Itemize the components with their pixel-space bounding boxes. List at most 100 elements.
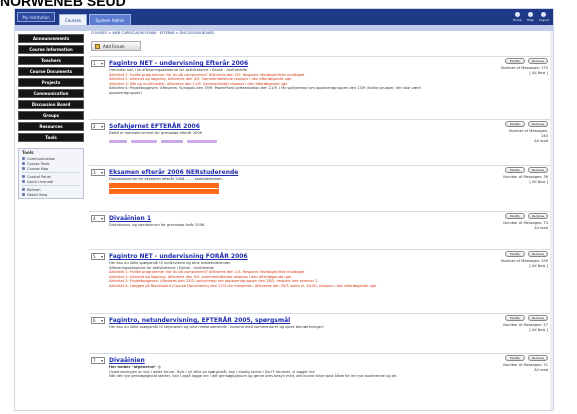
forum-description: Her kan du stille spørgsmål til undervis… <box>109 261 377 288</box>
menu-teachers[interactable]: Teachers <box>18 56 84 65</box>
divider <box>22 185 80 186</box>
menu-communication[interactable]: Communication <box>18 89 84 98</box>
modify-button[interactable]: Modify <box>505 121 525 127</box>
remove-button[interactable]: Remove <box>528 315 548 321</box>
menu-tools[interactable]: Tools <box>18 133 84 142</box>
read-status[interactable]: [ All New ] <box>468 180 548 185</box>
forum-stats: Number of Messages: 57 [ All New ] <box>468 323 548 333</box>
top-links: Home Help Logout <box>513 12 549 22</box>
forum-description: Her kan du stille spørgsmål til vejleder… <box>109 325 324 329</box>
forum-title-link[interactable]: Fagintro NET - undervisning FORÅR 2006 <box>109 253 248 260</box>
folder-add-icon <box>95 43 100 49</box>
remove-button[interactable]: Remove <box>528 213 548 219</box>
forum-actions: Modify Remove <box>505 251 548 257</box>
modify-button[interactable]: Modify <box>505 213 525 219</box>
institution-tab[interactable]: My Institution <box>17 12 55 22</box>
remove-button[interactable]: Remove <box>528 167 548 173</box>
tools-panel: Tools Communication Course Tools Course … <box>18 148 84 199</box>
forum-description: Diskussionsrum for eksamen efterår 2006 … <box>109 177 449 194</box>
menu-discussion-board[interactable]: Discussion Board <box>18 100 84 109</box>
forum-description: Her holder "afgenerne" :) Undervisningen… <box>109 365 398 379</box>
read-status[interactable]: [ All New ] <box>468 328 548 333</box>
order-select[interactable]: 2 <box>91 123 105 130</box>
forum-stats: Number of Messages: 140 All read <box>468 129 548 143</box>
communication-icon <box>22 157 25 160</box>
modify-button[interactable]: Modify <box>505 315 525 321</box>
forum-stats: Number of Messages: 73 All read <box>468 221 548 231</box>
forum-actions: Modify Remove <box>505 167 548 173</box>
control-panel-icon <box>22 175 25 178</box>
forum-title-link[interactable]: Divaåinien <box>109 357 145 364</box>
read-status[interactable]: [ All New ] <box>468 264 548 269</box>
forum-row: 3 Eksamen efterår 2006 NERstuderende Dis… <box>89 165 552 211</box>
order-select[interactable]: 1 <box>91 60 105 67</box>
logout-icon <box>541 12 547 17</box>
read-status[interactable]: [ All New ] <box>468 71 548 76</box>
read-status: All read <box>534 367 548 372</box>
course-map-icon <box>22 167 25 170</box>
forum-title-link[interactable]: Divaåinien 1 <box>109 215 151 222</box>
read-status: All read <box>534 138 548 143</box>
order-select[interactable]: 6 <box>91 317 105 324</box>
logout-link[interactable]: Logout <box>539 12 549 22</box>
forum-title-link[interactable]: Eksamen efterår 2006 NERstuderende <box>109 169 238 176</box>
order-select[interactable]: 3 <box>91 169 105 176</box>
order-select[interactable]: 5 <box>91 253 105 260</box>
remove-button[interactable]: Remove <box>528 121 548 127</box>
help-link[interactable]: Help <box>527 12 534 22</box>
breadcrumb[interactable]: COURSES > WEB CURRICULUM FORAR · EFTERAR… <box>91 31 214 35</box>
course-menu: Announcements Course Information Teacher… <box>18 34 84 142</box>
menu-course-information[interactable]: Course Information <box>18 45 84 54</box>
forum-row: 1 Fagintro NET - undervisning Efterår 20… <box>89 56 552 119</box>
order-select[interactable]: 7 <box>91 357 105 364</box>
tab-system-admin[interactable]: System Admin <box>89 14 131 25</box>
menu-groups[interactable]: Groups <box>18 111 84 120</box>
forum-title-link[interactable]: Sofahjørnet EFTERÅR 2006 <box>109 123 200 130</box>
tool-quick-unenroll[interactable]: Quick Unenroll <box>22 179 80 184</box>
menu-resources[interactable]: Resources <box>18 122 84 131</box>
modify-button[interactable]: Modify <box>505 167 525 173</box>
top-navigation-bar: My Institution Courses System Admin Home… <box>15 9 553 25</box>
forum-stats: Number of Messages: 175 [ All New ] <box>468 66 548 76</box>
tool-detail-view[interactable]: Detail View <box>22 192 80 197</box>
discussion-board-main: COURSES > WEB CURRICULUM FORAR · EFTERAR… <box>89 31 552 410</box>
blurred-text <box>109 139 449 143</box>
order-select[interactable]: 4 <box>91 215 105 222</box>
remove-button[interactable]: Remove <box>528 355 548 361</box>
read-status: All read <box>534 225 548 230</box>
help-icon <box>527 12 533 17</box>
tab-courses[interactable]: Courses <box>59 14 87 25</box>
forum-title-link[interactable]: Fagintro, netundervisning, EFTERÅR 2005,… <box>109 317 290 324</box>
modify-button[interactable]: Modify <box>505 355 525 361</box>
menu-announcements[interactable]: Announcements <box>18 34 84 43</box>
forum-actions: Modify Remove <box>505 355 548 361</box>
forum-actions: Modify Remove <box>505 121 548 127</box>
forum-description: Herunder kan I se afleveringsdatoerne fo… <box>109 68 421 95</box>
forum-stats: Number of Messages: 36 [ All New ] <box>468 175 548 185</box>
vertical-scrollbar[interactable] <box>550 31 553 410</box>
remove-button[interactable]: Remove <box>528 58 548 64</box>
tools-header: Tools <box>22 150 34 155</box>
highlight-bar <box>109 182 219 188</box>
divider <box>22 172 80 173</box>
forum-stats: Number of Messages: 31 All read <box>468 363 548 373</box>
add-forum-button[interactable]: Add Forum <box>91 41 141 51</box>
forum-actions: Modify Remove <box>505 213 548 219</box>
remove-button[interactable]: Remove <box>528 251 548 257</box>
course-tools-icon <box>22 162 25 165</box>
home-link[interactable]: Home <box>513 12 522 22</box>
slide-caption: NORWENEB SEUD <box>0 0 126 8</box>
modify-button[interactable]: Modify <box>505 58 525 64</box>
forum-row: 6 Fagintro, netundervisning, EFTERÅR 200… <box>89 313 552 353</box>
forum-row: 2 Sofahjørnet EFTERÅR 2006 Dette er samt… <box>89 119 552 165</box>
forum-title-link[interactable]: Fagintro NET - undervisning Efterår 2006 <box>109 60 248 67</box>
menu-course-documents[interactable]: Course Documents <box>18 67 84 76</box>
forum-actions: Modify Remove <box>505 58 548 64</box>
forum-row: 5 Fagintro NET - undervisning FORÅR 2006… <box>89 249 552 313</box>
menu-projects[interactable]: Projects <box>18 78 84 87</box>
modify-button[interactable]: Modify <box>505 251 525 257</box>
forum-stats: Number of Messages: 199 [ All New ] <box>468 259 548 269</box>
highlight-bar <box>109 188 219 194</box>
tool-course-map[interactable]: Course Map <box>22 166 80 171</box>
course-sidebar: Announcements Course Information Teacher… <box>18 34 84 410</box>
